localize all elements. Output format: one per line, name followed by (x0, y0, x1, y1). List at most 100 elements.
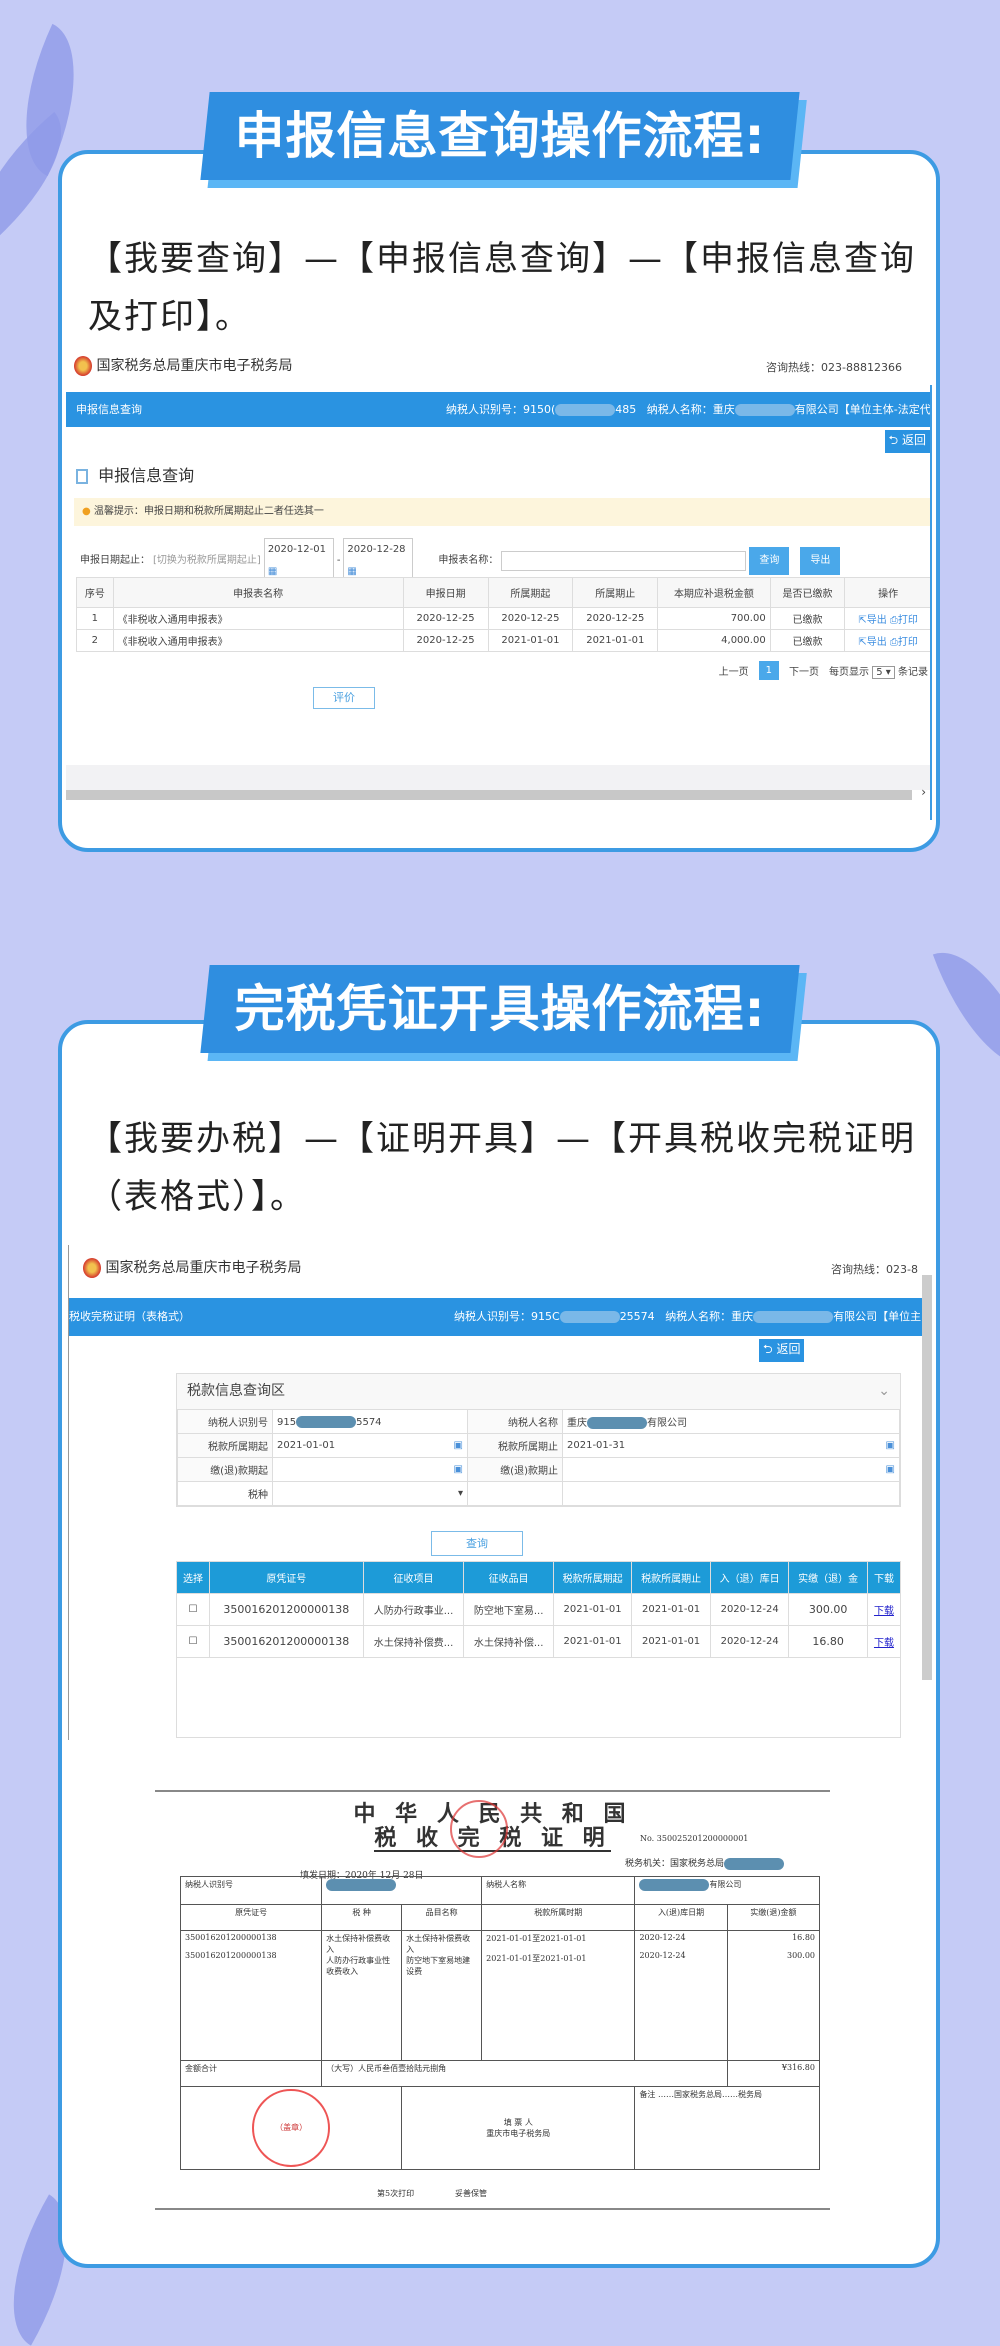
calendar-icon[interactable]: ▣ (454, 1440, 463, 1451)
select-checkbox[interactable]: ☐ (176, 1593, 210, 1626)
query-form: 纳税人识别号 915 5574 纳税人名称 重庆 有限公司 税款所属期起 2021-01-0… (177, 1409, 900, 1506)
redaction (734, 404, 795, 416)
name-suffix: 有限公司 (709, 1880, 742, 1889)
calendar-icon: ▦ (267, 566, 278, 577)
download-link[interactable]: 下载 (866, 1625, 902, 1658)
cell: 2021-01-01 (572, 629, 659, 652)
cell: 人防办行政事业性收费收入 (326, 1956, 391, 1976)
redaction (639, 1879, 710, 1891)
col-header: 征收品目 (463, 1561, 554, 1594)
cell: 700.00 (657, 607, 771, 630)
calendar-icon[interactable]: ▣ (886, 1440, 895, 1451)
panel-header: 税款信息查询区 ⌄ (177, 1374, 900, 1409)
export-button[interactable]: 导出 (800, 547, 841, 575)
period-to-input[interactable]: 2021-01-31 ▣ (562, 1433, 900, 1458)
per-page-value: 5 (876, 667, 883, 678)
return-button[interactable]: ⮌ 返回 (759, 1339, 805, 1362)
site-header: 国家税务总局重庆市电子税务局 (83, 1257, 301, 1278)
horizontal-scrollbar[interactable] (66, 790, 912, 800)
cell: 350016201200000138 (185, 1951, 277, 1960)
return-label: 返回 (776, 1342, 801, 1356)
calendar-icon[interactable]: ▣ (886, 1464, 895, 1475)
banner-title: 完税凭证开具操作流程: (234, 980, 766, 1038)
col-header: 原凭证号 (179, 1904, 323, 1931)
redaction (587, 1417, 647, 1429)
export-link[interactable]: ⇱导出 (858, 637, 886, 648)
certificate-table: 选择 原凭证号 征收项目 征收品目 税款所属期起 税款所属期止 入（退）库日 实缴（退）金 下载… (176, 1561, 902, 1738)
period-from-input[interactable]: 2021-01-01 ▣ (272, 1433, 468, 1458)
tax-emblem-icon (74, 356, 92, 376)
col-header: 征收项目 (362, 1561, 465, 1594)
cell: 水土保持补偿费... (362, 1625, 465, 1658)
instruction-text: 【我要办税】—【证明开具】—【开具税收完税证明（表格式）】。 (88, 1119, 916, 1217)
prev-page[interactable]: 上一页 (719, 663, 749, 678)
cell: 2020-12-24 (639, 1951, 686, 1960)
tax-certificate-screenshot: 国家税务总局重庆市电子税务局 咨询热线：023-8 税收完税证明（表格式） 纳税… (68, 1245, 932, 1740)
cell: 2021-01-01 (631, 1625, 711, 1658)
col-header: 选择 (176, 1561, 210, 1594)
return-label: 返回 (901, 433, 926, 447)
cell: 已缴款 (769, 607, 846, 630)
print-link[interactable]: ⎙打印 (890, 637, 918, 648)
tax-type-select[interactable]: ▾ (272, 1481, 468, 1506)
print-label: 打印 (897, 637, 918, 648)
col-header: 税 种 (321, 1904, 403, 1931)
per-page-select[interactable]: 5 ▾ (872, 666, 895, 679)
page-1[interactable]: 1 (758, 661, 780, 680)
cell: 《非税收入通用申报表》 (112, 629, 404, 652)
cell: 2020-12-25 (402, 629, 489, 652)
col-header: 税款所属期止 (631, 1561, 711, 1594)
rate-button[interactable]: 评价 (313, 687, 375, 709)
export-link[interactable]: ⇱导出 (858, 615, 886, 626)
banner-title: 申报信息查询操作流程: (234, 107, 766, 165)
taxpayer-id: 纳税人识别号：9150( (446, 403, 556, 416)
vertical-scrollbar[interactable] (922, 1275, 932, 1680)
official-seal-icon (450, 1800, 508, 1858)
taxpayer-id-suffix: 25574 (619, 1310, 655, 1323)
switch-period-link[interactable]: [切换为税款所属期起止] (153, 550, 261, 572)
cell: 16.80 (788, 1625, 868, 1658)
per-page-label: 每页显示 (829, 667, 870, 678)
query-button[interactable]: 查询 (749, 547, 790, 575)
query-button[interactable]: 查询 (431, 1531, 523, 1556)
redaction (326, 1879, 397, 1891)
taxpayer-name: 纳税人名称：重庆 (646, 403, 735, 416)
pay-from-input[interactable]: ▣ (272, 1457, 468, 1482)
calendar-icon: ▦ (347, 566, 357, 577)
select-checkbox[interactable]: ☐ (176, 1625, 210, 1658)
return-button[interactable]: ⮌ 返回 (884, 430, 930, 453)
taxpayer-id-field: 915 5574 (272, 1409, 468, 1434)
next-page[interactable]: 下一页 (789, 663, 819, 678)
cell: 2020-12-25 (402, 607, 489, 630)
pay-to-input[interactable]: ▣ (562, 1457, 900, 1482)
redaction (555, 404, 616, 416)
cell: 水土保持补偿费收入 (326, 1934, 391, 1954)
actions-cell: ⇱导出 ⎙打印 (844, 607, 932, 630)
redaction (724, 1857, 785, 1870)
cell: 350016201200000138 (209, 1625, 364, 1658)
form-name-input[interactable] (501, 551, 747, 571)
scroll-right-icon[interactable]: › (921, 785, 926, 799)
col-header: 实缴（退）金 (788, 1561, 868, 1594)
total-words: （大写）人民币叁佰壹拾陆元捌角 (321, 2060, 728, 2087)
cell: 4,000.00 (657, 629, 771, 652)
cell: 2020-12-25 (487, 607, 574, 630)
pagination: 上一页 1 下一页 每页显示 5 ▾ 条记录 (719, 661, 928, 680)
cell: 2021-01-01 (552, 1625, 633, 1658)
total-value: ¥316.80 (726, 2060, 821, 2087)
field-label: 税款所属期起 (177, 1433, 273, 1458)
download-link[interactable]: 下载 (866, 1593, 902, 1626)
table-header: 选择 原凭证号 征收项目 征收品目 税款所属期起 税款所属期止 入（退）库日 实缴（退）金 下载 (176, 1561, 902, 1594)
window-edge (930, 385, 932, 820)
remarks: 备注 ……国家税务总局……税务局 (634, 2086, 820, 2170)
cell: 350016201200000138 (209, 1593, 364, 1626)
cell: 《非税收入通用申报表》 (112, 607, 404, 630)
col-header: 本期应补退税金额 (657, 577, 771, 608)
print-link[interactable]: ⎙打印 (890, 615, 918, 626)
cell: 1 (76, 607, 114, 630)
cell: 2020-12-24 (639, 1933, 686, 1942)
chevron-down-icon[interactable]: ⌄ (878, 1374, 890, 1409)
field-label: 纳税人名称 (467, 1409, 563, 1434)
info-icon: ● (82, 506, 91, 517)
calendar-icon[interactable]: ▣ (454, 1464, 463, 1475)
